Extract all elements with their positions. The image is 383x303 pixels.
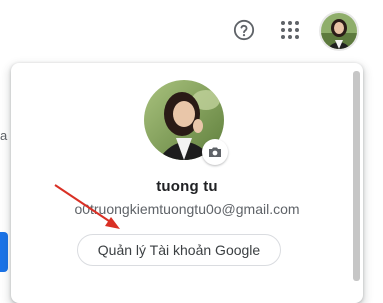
manage-google-account-button[interactable]: Quản lý Tài khoản Google (77, 234, 281, 266)
background-page-fragment (0, 232, 8, 272)
background-page-fragment: a (0, 128, 8, 143)
account-avatar-button[interactable] (319, 11, 359, 51)
apps-grid-icon[interactable] (280, 20, 300, 40)
camera-icon (209, 147, 221, 157)
account-email: o0truongkiemtuongtu0o@gmail.com (74, 201, 300, 217)
scrollbar[interactable] (353, 71, 360, 281)
avatar (321, 13, 357, 49)
account-name: tuong tu (156, 178, 218, 195)
help-icon[interactable] (233, 19, 255, 41)
change-photo-button[interactable] (202, 139, 228, 165)
